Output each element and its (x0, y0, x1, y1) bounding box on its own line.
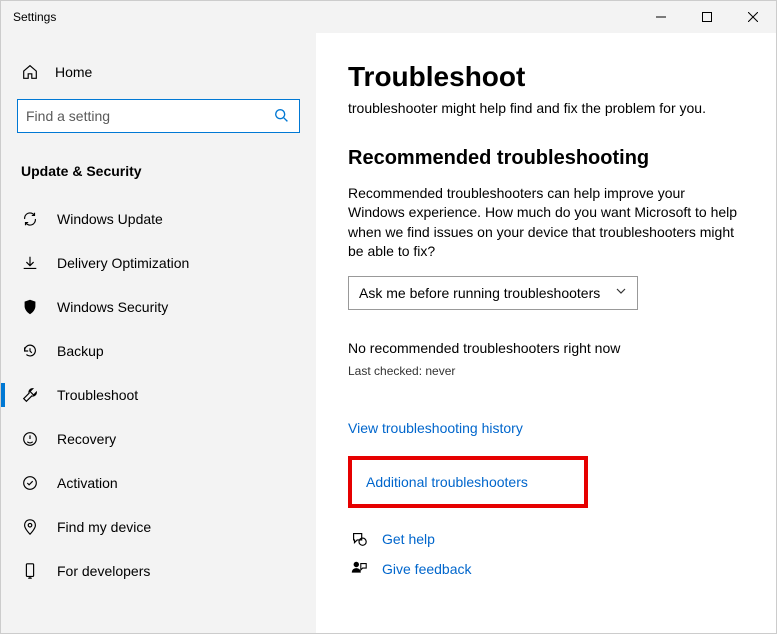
check-circle-icon (21, 474, 39, 492)
select-value: Ask me before running troubleshooters (359, 285, 600, 301)
sidebar-item-label: Find my device (57, 519, 151, 535)
download-icon (21, 254, 39, 272)
troubleshoot-preference-select[interactable]: Ask me before running troubleshooters (348, 276, 638, 310)
history-icon (21, 342, 39, 360)
sidebar-item-label: Troubleshoot (57, 387, 138, 403)
sidebar-item-label: Delivery Optimization (57, 255, 189, 271)
status-text: No recommended troubleshooters right now (348, 340, 744, 356)
feedback-icon (350, 560, 368, 578)
wrench-icon (21, 386, 39, 404)
chevron-down-icon (615, 285, 627, 300)
sidebar-item-troubleshoot[interactable]: Troubleshoot (1, 373, 316, 417)
link-history[interactable]: View troubleshooting history (348, 420, 744, 436)
link-get-help[interactable]: Get help (382, 531, 435, 547)
search-icon (273, 107, 291, 125)
sidebar-item-label: Windows Update (57, 211, 163, 227)
sidebar: Home Update & Security Windows Update De… (1, 33, 316, 633)
help-icon (350, 530, 368, 548)
shield-icon (21, 298, 39, 316)
search-box[interactable] (17, 99, 300, 133)
sync-icon (21, 210, 39, 228)
intro-text: troubleshooter might help find and fix t… (348, 99, 744, 119)
minimize-button[interactable] (638, 1, 684, 33)
sidebar-item-activation[interactable]: Activation (1, 461, 316, 505)
sidebar-item-label: Backup (57, 343, 104, 359)
home-icon (21, 63, 39, 81)
last-checked-text: Last checked: never (348, 364, 744, 378)
location-icon (21, 518, 39, 536)
sidebar-item-find-my-device[interactable]: Find my device (1, 505, 316, 549)
sidebar-item-label: Windows Security (57, 299, 168, 315)
highlight-annotation: Additional troubleshooters (348, 456, 588, 508)
sidebar-item-windows-update[interactable]: Windows Update (1, 197, 316, 241)
recovery-icon (21, 430, 39, 448)
sidebar-item-delivery-optimization[interactable]: Delivery Optimization (1, 241, 316, 285)
main-content: Troubleshoot troubleshooter might help f… (316, 33, 776, 633)
window-title: Settings (13, 10, 56, 24)
home-label: Home (55, 64, 92, 80)
link-additional-troubleshooters[interactable]: Additional troubleshooters (366, 474, 570, 490)
titlebar: Settings (1, 1, 776, 33)
home-button[interactable]: Home (1, 53, 316, 91)
page-title: Troubleshoot (348, 61, 744, 93)
sidebar-item-recovery[interactable]: Recovery (1, 417, 316, 461)
sidebar-item-windows-security[interactable]: Windows Security (1, 285, 316, 329)
link-give-feedback[interactable]: Give feedback (382, 561, 472, 577)
section-body: Recommended troubleshooters can help imp… (348, 184, 744, 262)
sidebar-item-label: Activation (57, 475, 118, 491)
maximize-button[interactable] (684, 1, 730, 33)
section-title: Recommended troubleshooting (348, 147, 744, 170)
close-button[interactable] (730, 1, 776, 33)
sidebar-item-for-developers[interactable]: For developers (1, 549, 316, 593)
search-input[interactable] (26, 108, 273, 124)
sidebar-item-label: Recovery (57, 431, 116, 447)
developer-icon (21, 562, 39, 580)
category-header: Update & Security (1, 133, 316, 197)
sidebar-item-label: For developers (57, 563, 150, 579)
sidebar-item-backup[interactable]: Backup (1, 329, 316, 373)
